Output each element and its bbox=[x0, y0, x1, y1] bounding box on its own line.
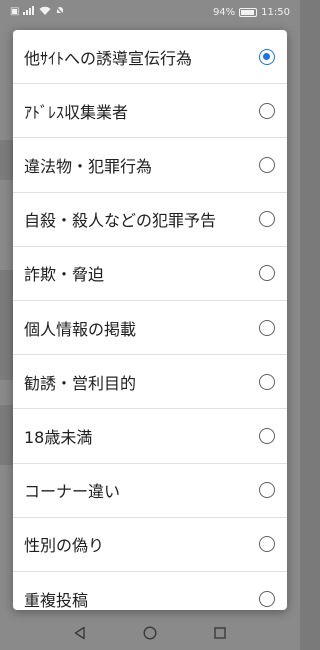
back-icon[interactable] bbox=[71, 624, 89, 642]
option-label: 違法物・犯罪行為 bbox=[24, 156, 153, 176]
home-icon[interactable] bbox=[141, 624, 159, 642]
battery-percent: 94% bbox=[212, 6, 236, 18]
radio-button[interactable] bbox=[259, 265, 275, 282]
radio-button[interactable] bbox=[259, 156, 275, 173]
option-personal-info[interactable]: 個人情報の掲載 bbox=[13, 301, 287, 356]
radio-button[interactable] bbox=[259, 373, 275, 390]
option-advertising[interactable]: 他ｻｲﾄへの誘導宣伝行為 bbox=[13, 30, 287, 85]
radio-button[interactable] bbox=[259, 48, 275, 65]
option-label: ｱﾄﾞﾚｽ収集業者 bbox=[24, 102, 129, 122]
option-label: コーナー違い bbox=[24, 482, 121, 502]
background-content bbox=[0, 270, 14, 380]
status-icons-right: 94% 11:50 bbox=[213, 7, 290, 18]
option-gender-false[interactable]: 性別の偽り bbox=[13, 518, 287, 572]
option-duplicate[interactable]: 重複投稿 bbox=[13, 572, 287, 610]
sim-icon: ▣ bbox=[10, 6, 20, 17]
option-fraud[interactable]: 詐欺・脅迫 bbox=[13, 247, 287, 301]
status-icons-left: ▣ bbox=[10, 6, 65, 19]
battery-icon bbox=[239, 7, 258, 17]
option-illegal[interactable]: 違法物・犯罪行為 bbox=[13, 138, 287, 193]
radio-button[interactable] bbox=[259, 590, 275, 607]
mute-icon bbox=[55, 6, 65, 19]
report-reason-dialog: 他ｻｲﾄへの誘導宣伝行為 ｱﾄﾞﾚｽ収集業者 違法物・犯罪行為 自殺・殺人などの… bbox=[13, 30, 287, 610]
navigation-bar bbox=[0, 616, 300, 650]
option-label: 他ｻｲﾄへの誘導宣伝行為 bbox=[24, 48, 193, 68]
option-solicitation[interactable]: 勧誘・営利目的 bbox=[13, 355, 287, 410]
option-label: 個人情報の掲載 bbox=[24, 319, 137, 339]
radio-button[interactable] bbox=[259, 102, 275, 119]
option-label: 詐欺・脅迫 bbox=[24, 265, 105, 285]
option-label: 重複投稿 bbox=[24, 590, 89, 610]
option-wrong-corner[interactable]: コーナー違い bbox=[13, 464, 287, 518]
option-under-18[interactable]: 18歳未満 bbox=[13, 409, 287, 464]
background-content bbox=[0, 405, 14, 465]
radio-button[interactable] bbox=[259, 211, 275, 228]
option-crime-notice[interactable]: 自殺・殺人などの犯罪予告 bbox=[13, 193, 287, 247]
radio-button[interactable] bbox=[259, 319, 275, 336]
status-bar: ▣ 94% 11:50 bbox=[0, 0, 300, 24]
option-label: 勧誘・営利目的 bbox=[24, 373, 137, 393]
option-address-collector[interactable]: ｱﾄﾞﾚｽ収集業者 bbox=[13, 84, 287, 139]
option-label: 性別の偽り bbox=[24, 536, 105, 556]
option-label: 18歳未満 bbox=[24, 427, 93, 447]
recents-icon[interactable] bbox=[211, 624, 229, 642]
signal-icon bbox=[23, 6, 35, 18]
radio-button[interactable] bbox=[259, 536, 275, 553]
background-content bbox=[0, 140, 14, 180]
clock: 11:50 bbox=[261, 6, 290, 18]
radio-button[interactable] bbox=[259, 482, 275, 499]
radio-button[interactable] bbox=[259, 427, 275, 444]
wifi-icon bbox=[39, 6, 51, 19]
option-label: 自殺・殺人などの犯罪予告 bbox=[24, 211, 217, 231]
